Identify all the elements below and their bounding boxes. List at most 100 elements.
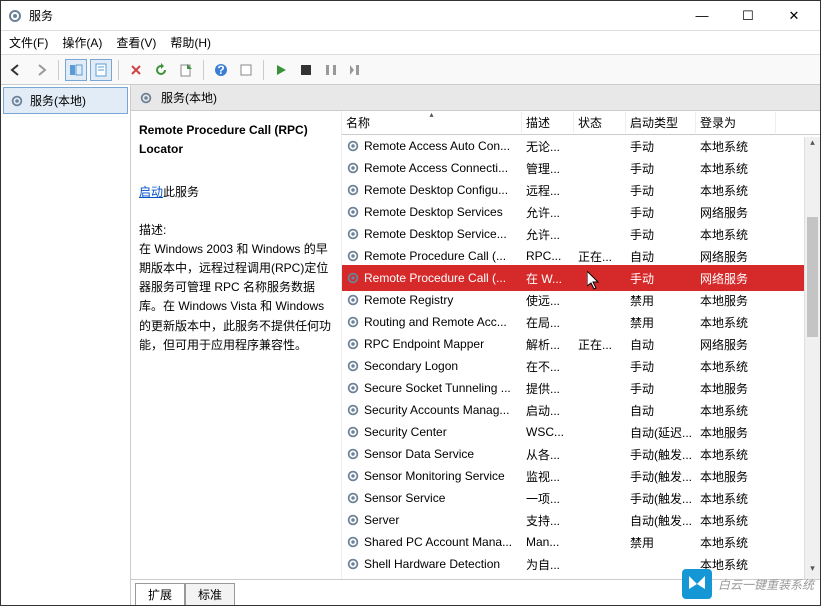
cell-startup: 手动 <box>626 358 696 375</box>
gear-icon <box>7 8 23 24</box>
service-row[interactable]: Secure Socket Tunneling ...提供...手动本地服务 <box>342 377 820 399</box>
tab-extended[interactable]: 扩展 <box>135 583 185 605</box>
start-service-button[interactable] <box>270 59 292 81</box>
service-row[interactable]: Remote Desktop Services允许...手动网络服务 <box>342 201 820 223</box>
col-startup[interactable]: 启动类型 <box>626 112 696 133</box>
service-row[interactable]: Remote Access Connecti...管理...手动本地系统 <box>342 157 820 179</box>
cell-logon: 本地系统 <box>696 446 776 463</box>
help2-button[interactable] <box>235 59 257 81</box>
gear-icon <box>346 337 360 351</box>
service-row[interactable]: Shared PC Account Mana...Man...禁用本地系统 <box>342 531 820 553</box>
menu-help[interactable]: 帮助(H) <box>170 34 211 51</box>
window-title: 服务 <box>29 7 688 24</box>
cell-logon: 本地系统 <box>696 490 776 507</box>
service-row[interactable]: Security CenterWSC...自动(延迟...本地服务 <box>342 421 820 443</box>
panel-header: 服务(本地) <box>131 85 820 111</box>
tab-standard[interactable]: 标准 <box>185 583 235 605</box>
scroll-up-icon[interactable]: ▴ <box>805 137 820 153</box>
service-row[interactable]: RPC Endpoint Mapper解析...正在...自动网络服务 <box>342 333 820 355</box>
service-row[interactable]: Routing and Remote Acc...在局...禁用本地系统 <box>342 311 820 333</box>
tree-services-local[interactable]: 服务(本地) <box>3 87 128 114</box>
scrollbar[interactable]: ▴ ▾ <box>804 137 820 579</box>
cell-logon: 本地服务 <box>696 424 776 441</box>
cell-desc: 允许... <box>522 204 574 221</box>
service-row[interactable]: Remote Procedure Call (...RPC...正在...自动网… <box>342 245 820 267</box>
close-button[interactable]: ✕ <box>780 8 808 24</box>
watermark-icon <box>682 569 712 599</box>
cell-desc: 一项... <box>522 490 574 507</box>
service-row[interactable]: Secondary Logon在不...手动本地系统 <box>342 355 820 377</box>
cell-desc: 解析... <box>522 336 574 353</box>
cell-logon: 本地系统 <box>696 534 776 551</box>
panel-title: 服务(本地) <box>161 89 217 106</box>
gear-icon <box>346 469 360 483</box>
service-row[interactable]: Sensor Data Service从各...手动(触发...本地系统 <box>342 443 820 465</box>
delete-button[interactable] <box>125 59 147 81</box>
watermark-text: 白云一键重装系统 <box>718 576 814 593</box>
service-row[interactable]: Sensor Service一项...手动(触发...本地系统 <box>342 487 820 509</box>
service-row[interactable]: Server支持...自动(触发...本地系统 <box>342 509 820 531</box>
refresh-button[interactable] <box>150 59 172 81</box>
service-row[interactable]: Remote Access Auto Con...无论...手动本地系统 <box>342 135 820 157</box>
svg-text:?: ? <box>217 63 224 77</box>
menu-view[interactable]: 查看(V) <box>116 34 156 51</box>
cell-startup: 自动 <box>626 336 696 353</box>
cell-logon: 本地系统 <box>696 358 776 375</box>
gear-icon <box>346 139 360 153</box>
col-description[interactable]: 描述 <box>522 112 574 133</box>
stop-service-button[interactable] <box>295 59 317 81</box>
cell-name: Sensor Service <box>342 491 522 505</box>
gear-icon <box>346 447 360 461</box>
cell-name: Secondary Logon <box>342 359 522 373</box>
export-button[interactable] <box>175 59 197 81</box>
gear-icon <box>346 491 360 505</box>
cell-logon: 本地系统 <box>696 160 776 177</box>
desc-label: 描述: <box>139 221 333 240</box>
cell-name: Routing and Remote Acc... <box>342 315 522 329</box>
col-logon[interactable]: 登录为 <box>696 112 776 133</box>
cell-startup: 手动 <box>626 270 696 287</box>
service-row[interactable]: Remote Desktop Service...允许...手动本地系统 <box>342 223 820 245</box>
cell-name: Remote Registry <box>342 293 522 307</box>
gear-icon <box>346 513 360 527</box>
menu-file[interactable]: 文件(F) <box>9 34 48 51</box>
pause-service-button[interactable] <box>320 59 342 81</box>
service-row[interactable]: Remote Procedure Call (...在 W...手动网络服务 <box>342 267 820 289</box>
show-console-tree-button[interactable] <box>65 59 87 81</box>
scrollbar-thumb[interactable] <box>807 217 818 337</box>
cell-status: 正在... <box>574 336 626 353</box>
menu-action[interactable]: 操作(A) <box>62 34 102 51</box>
gear-icon <box>139 91 153 105</box>
start-suffix: 此服务 <box>163 185 199 199</box>
help-button[interactable]: ? <box>210 59 232 81</box>
desc-text: 在 Windows 2003 和 Windows 的早期版本中，远程过程调用(R… <box>139 240 333 355</box>
col-name[interactable]: 名称▴ <box>342 112 522 133</box>
properties-button[interactable] <box>90 59 112 81</box>
cell-startup: 手动 <box>626 226 696 243</box>
col-status[interactable]: 状态 <box>574 112 626 133</box>
gear-icon <box>346 249 360 263</box>
cell-desc: 启动... <box>522 402 574 419</box>
cell-logon: 本地系统 <box>696 402 776 419</box>
gear-icon <box>346 425 360 439</box>
cell-startup: 手动 <box>626 138 696 155</box>
maximize-button[interactable]: ☐ <box>734 8 762 24</box>
cell-logon: 网络服务 <box>696 204 776 221</box>
minimize-button[interactable]: — <box>688 8 716 24</box>
console-tree: 服务(本地) <box>1 85 131 605</box>
service-row[interactable]: Sensor Monitoring Service监视...手动(触发...本地… <box>342 465 820 487</box>
cell-name: Security Center <box>342 425 522 439</box>
cell-startup: 禁用 <box>626 314 696 331</box>
gear-icon <box>346 403 360 417</box>
cell-startup: 自动(触发... <box>626 512 696 529</box>
start-service-link[interactable]: 启动 <box>139 183 163 202</box>
forward-button[interactable] <box>30 59 52 81</box>
back-button[interactable] <box>5 59 27 81</box>
service-row[interactable]: Remote Desktop Configu...远程...手动本地系统 <box>342 179 820 201</box>
service-row[interactable]: Security Accounts Manag...启动...自动本地系统 <box>342 399 820 421</box>
restart-service-button[interactable] <box>345 59 367 81</box>
gear-icon <box>346 271 360 285</box>
service-row[interactable]: Remote Registry使远...禁用本地服务 <box>342 289 820 311</box>
cell-name: Remote Procedure Call (... <box>342 249 522 263</box>
gear-icon <box>346 315 360 329</box>
